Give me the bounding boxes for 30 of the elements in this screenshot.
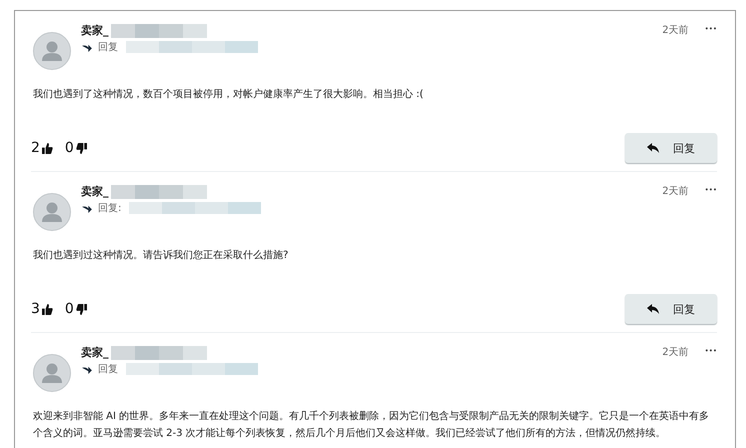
reply-to-label: 回复: [98, 363, 118, 376]
reply-arrow-icon: [81, 42, 92, 52]
reply-arrow-icon: [81, 364, 92, 374]
avatar-icon: [33, 354, 71, 392]
reply-arrow-icon: [81, 204, 92, 212]
timestamp: 2天前: [662, 346, 689, 359]
avatar-icon: [33, 32, 71, 70]
thumbs-up-icon[interactable]: [42, 142, 53, 154]
avatar-icon: [33, 193, 71, 231]
comment-text: 欢迎来到非智能 AI 的世界。多年来一直在处理这个问题。有几千个列表被删除，因为它们包含与受限制产品无关的限制关键字。它只是一个在英语中有多个含义的词。亚马逊需要尝试 2-3 次才能让每个列表恢复，然后几个月后他们又会这样做。我们已经尝试了他们所有的方法，但情况仍然持续。: [33, 410, 710, 441]
timestamp: 2天前: [662, 24, 689, 37]
author-name: 卖家_: [81, 345, 108, 360]
reply-icon: [647, 143, 659, 153]
author-name: 卖家_: [81, 184, 108, 199]
thumbs-down-icon[interactable]: [76, 304, 87, 314]
reply-button[interactable]: 回复: [625, 133, 717, 163]
comment-text: 我们也遇到过这种情况。请告诉我们您正在采取什么措施?: [33, 248, 290, 263]
reply-to-label: 回复:: [98, 202, 122, 215]
timestamp: 2天前: [662, 185, 689, 198]
reply-button[interactable]: 回复: [625, 294, 717, 324]
author-name: 卖家_: [81, 23, 108, 38]
comment-text: 我们也遇到了这种情况，数百个项目被停用，对帐户健康率产生了很大影响。相当担心 :(: [33, 88, 424, 102]
like-count: 3: [31, 301, 40, 317]
like-count: 2: [31, 140, 40, 156]
reply-to-label: 回复: [98, 41, 118, 54]
dislike-count: 0: [64, 301, 74, 317]
dislike-count: 0: [64, 140, 74, 156]
thumbs-down-icon[interactable]: [76, 142, 87, 154]
thumbs-up-icon[interactable]: [42, 304, 53, 314]
reply-icon: [647, 304, 659, 314]
